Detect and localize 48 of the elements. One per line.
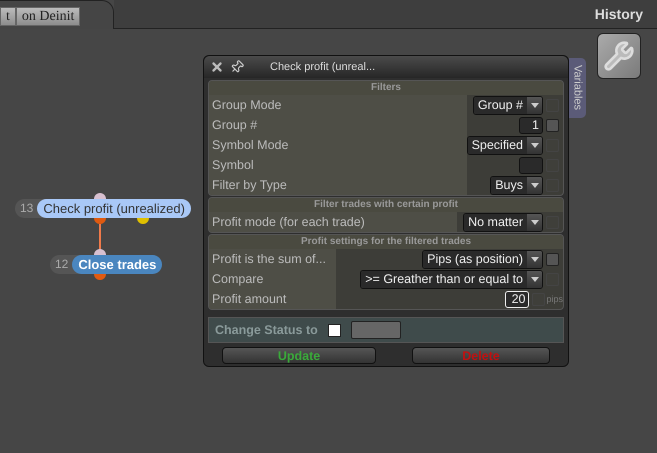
section-header: Profit settings for the filtered trades xyxy=(209,235,563,249)
field-label: Symbol xyxy=(212,158,254,172)
tab[interactable]: on Deinit xyxy=(16,7,80,26)
caret-icon xyxy=(530,256,538,262)
output-port[interactable] xyxy=(94,274,106,280)
connector-line xyxy=(99,224,101,249)
caret-icon xyxy=(530,220,538,224)
field-label: Group Mode xyxy=(212,98,282,112)
field-label: Symbol Mode xyxy=(212,138,288,152)
dropdown[interactable]: Pips (as position) xyxy=(422,250,543,268)
section-header: Filters xyxy=(209,81,563,95)
node-label[interactable]: Close trades xyxy=(72,255,162,274)
close-icon[interactable] xyxy=(210,60,224,74)
input-field[interactable]: 1 xyxy=(519,116,543,134)
caret-icon xyxy=(530,102,538,108)
input-field[interactable]: 20 xyxy=(505,290,530,308)
dropdown[interactable]: Group # xyxy=(472,96,543,114)
dropdown[interactable]: Specified xyxy=(466,136,543,154)
input-field[interactable] xyxy=(519,156,543,174)
field-label: Profit is the sum of... xyxy=(212,252,326,266)
status-label: Change Status to xyxy=(215,323,318,337)
caret-icon xyxy=(530,182,538,188)
dropdown[interactable]: >= Greather than or equal to xyxy=(360,270,543,288)
field-label: Group # xyxy=(212,118,258,132)
section-header: Filter trades with certain profit xyxy=(209,198,563,212)
dropdown[interactable]: Buys xyxy=(490,176,543,194)
dialog-title: Check profit (unreal... xyxy=(270,61,376,73)
field-label: Compare xyxy=(212,272,264,286)
history-label[interactable]: History xyxy=(594,6,643,22)
color-field[interactable] xyxy=(350,321,401,339)
output-port[interactable] xyxy=(94,218,106,224)
field-label: Profit amount xyxy=(212,292,286,306)
tab[interactable]: t xyxy=(0,7,16,26)
caret-icon xyxy=(530,276,538,282)
checkbox[interactable] xyxy=(328,324,341,336)
checkbox[interactable] xyxy=(546,252,559,266)
unit-label: pips xyxy=(546,294,563,304)
variables-tab[interactable]: Variables xyxy=(569,58,586,118)
checkbox[interactable] xyxy=(546,118,559,132)
input-port[interactable] xyxy=(94,249,106,255)
node-label[interactable]: Check profit (unrealized) xyxy=(37,199,191,218)
wrench-button[interactable] xyxy=(597,33,641,79)
field-label: Profit mode (for each trade) xyxy=(212,215,365,229)
output-port[interactable] xyxy=(137,218,149,224)
dropdown[interactable]: No matter xyxy=(463,212,543,232)
field-label: Filter by Type xyxy=(212,178,287,192)
input-port[interactable] xyxy=(94,193,106,199)
caret-icon xyxy=(530,142,538,148)
